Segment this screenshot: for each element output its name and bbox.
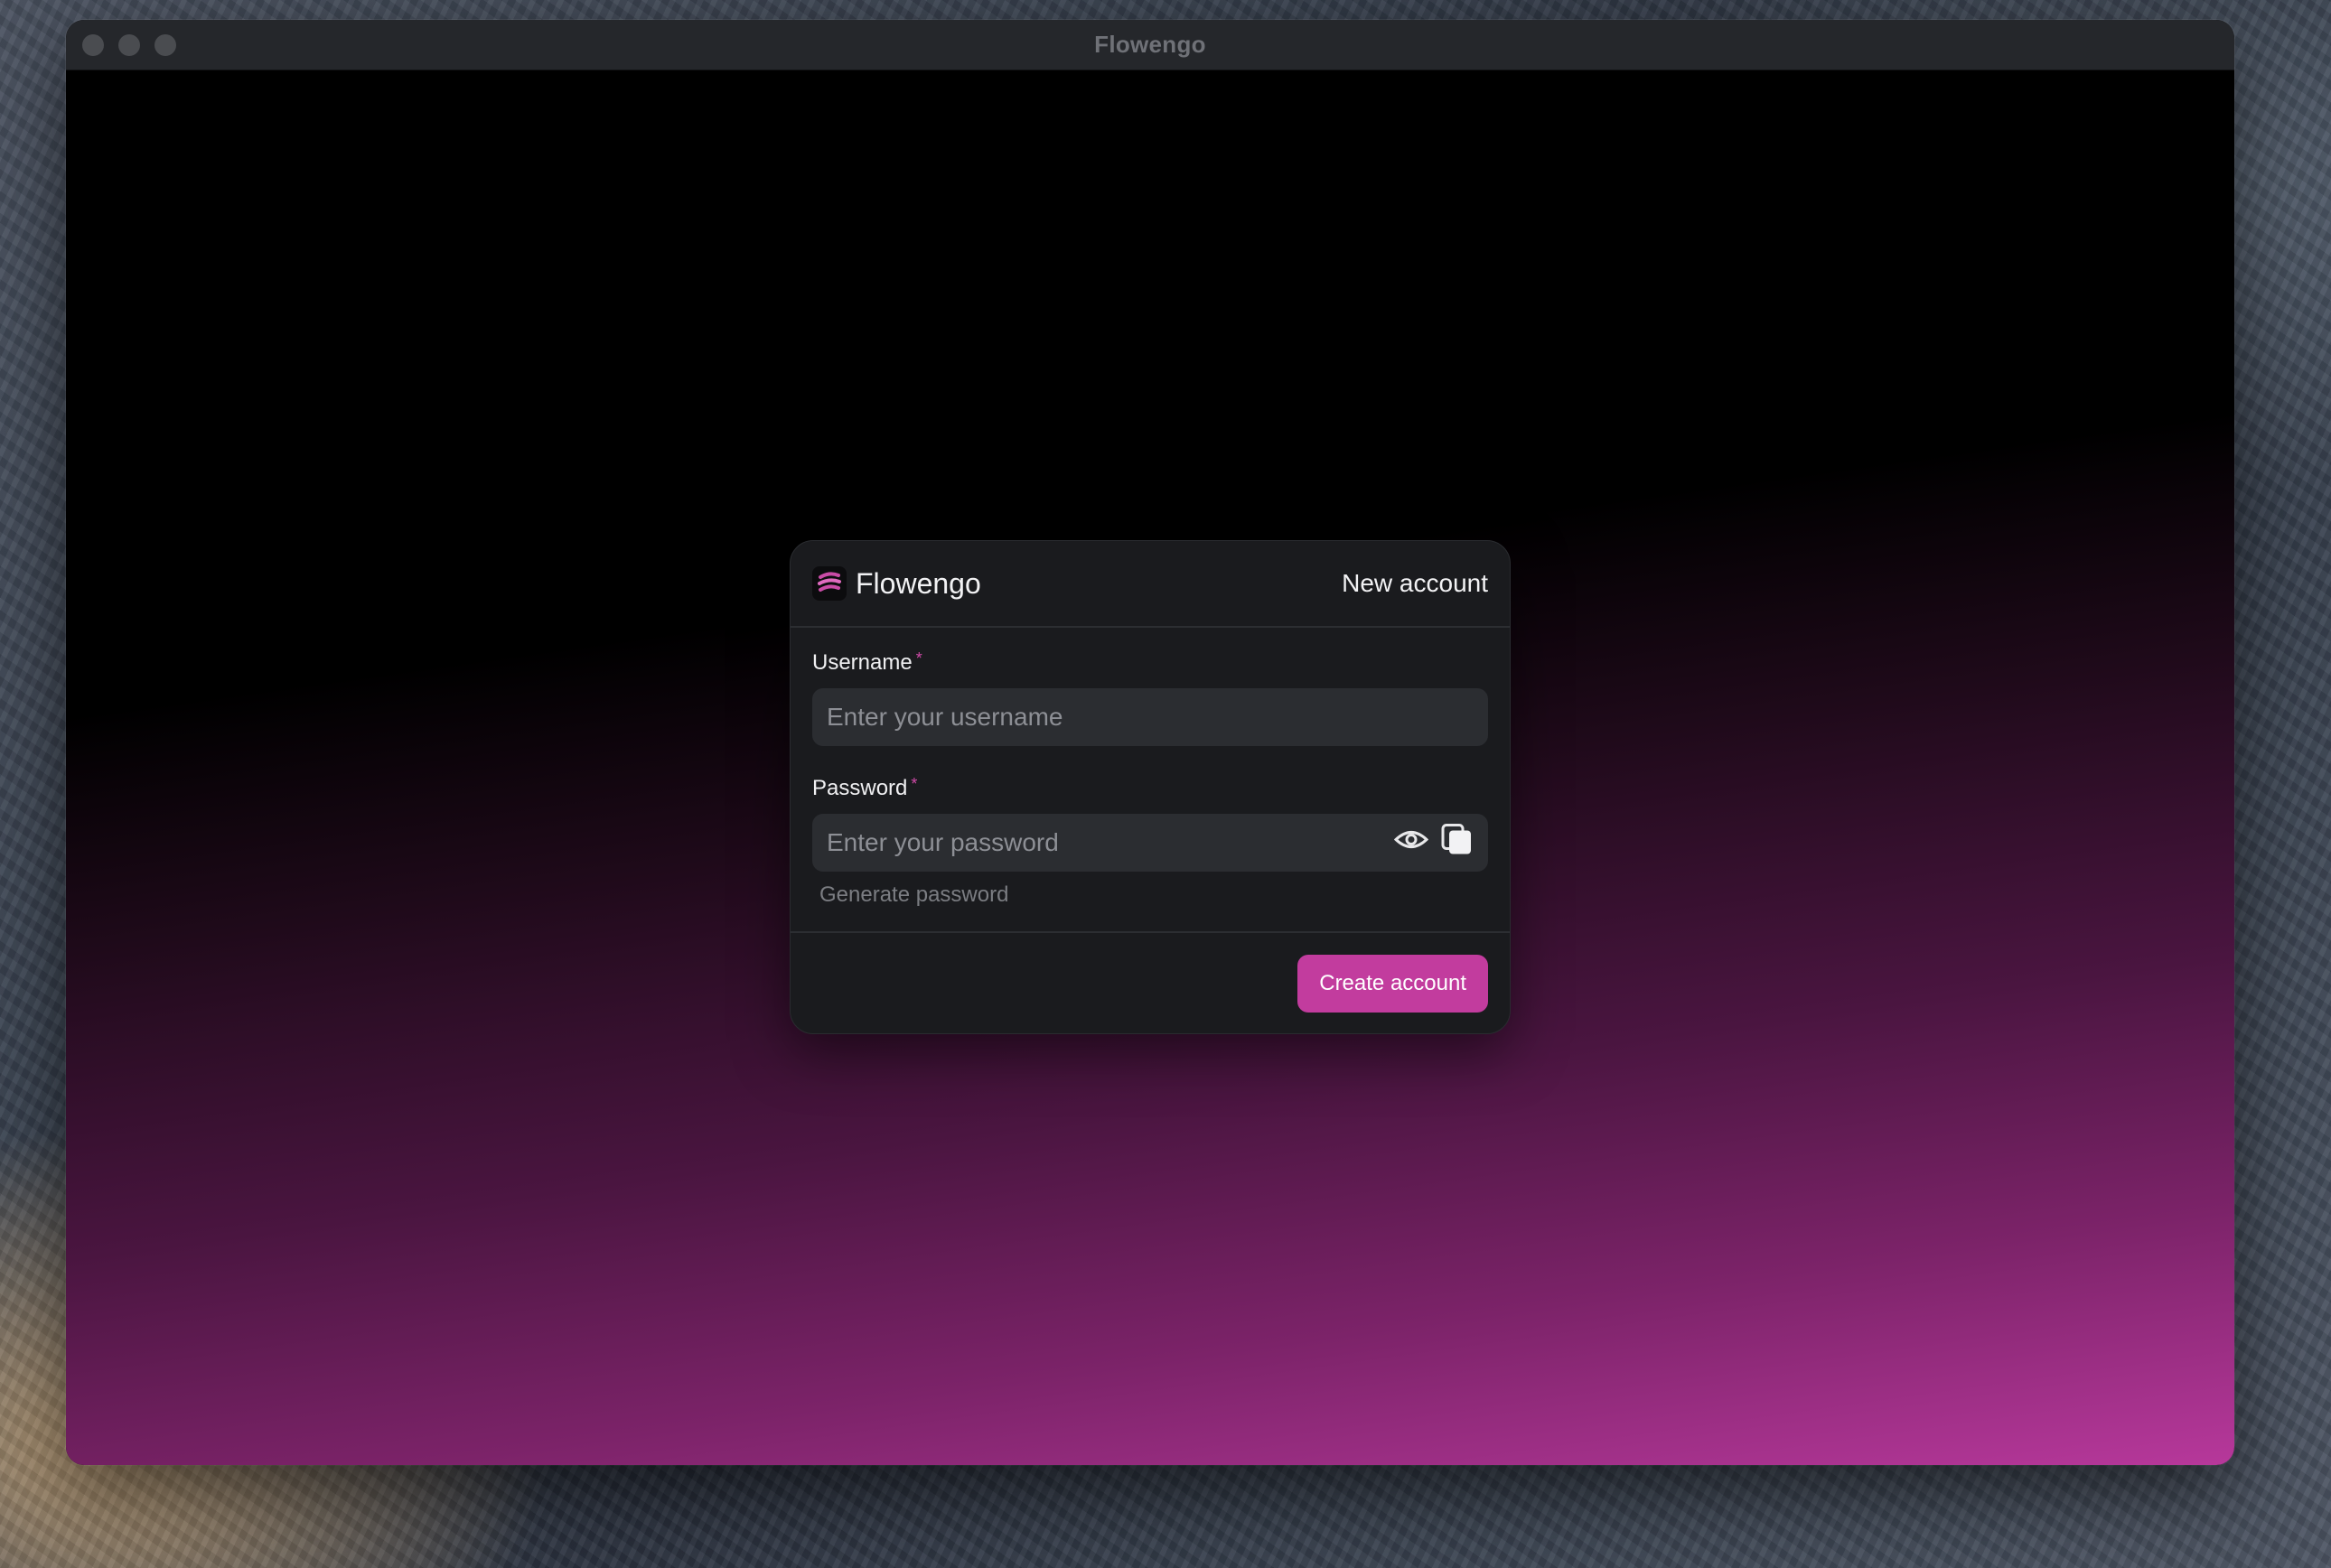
username-placeholder: Enter your username [827,703,1063,731]
password-label: Password * [812,775,1488,802]
eye-icon[interactable] [1393,828,1429,858]
minimize-window-button[interactable] [118,34,140,56]
app-content: Flowengo New account Username * Enter yo… [66,70,2234,1465]
create-account-button[interactable]: Create account [1297,954,1488,1013]
new-account-card: Flowengo New account Username * Enter yo… [790,540,1511,1034]
flowengo-logo-icon [812,566,847,601]
window-title: Flowengo [1094,31,1206,58]
card-footer: Create account [791,931,1510,1033]
required-mark: * [915,649,922,667]
password-input[interactable]: Enter your password [812,814,1488,872]
username-input[interactable]: Enter your username [812,688,1488,746]
password-label-text: Password [812,776,908,800]
generate-password-link[interactable]: Generate password [819,882,1488,908]
zoom-window-button[interactable] [154,34,176,56]
card-header: Flowengo New account [791,541,1510,628]
card-title: New account [1342,569,1488,597]
card-body: Username * Enter your username Password … [791,628,1510,908]
password-actions [1393,824,1474,863]
username-label: Username * [812,649,1488,677]
required-mark: * [911,774,918,793]
username-field: Username * Enter your username [812,649,1488,746]
window-controls [82,34,176,56]
password-field: Password * Enter your password Generate … [812,775,1488,908]
app-window: Flowengo Flowengo New account Username *… [66,20,2234,1465]
brand-name: Flowengo [856,566,981,600]
copy-icon[interactable] [1441,824,1474,863]
password-placeholder: Enter your password [827,828,1059,856]
close-window-button[interactable] [82,34,104,56]
window-titlebar[interactable]: Flowengo [66,20,2234,70]
username-label-text: Username [812,650,913,675]
brand: Flowengo [812,566,981,601]
